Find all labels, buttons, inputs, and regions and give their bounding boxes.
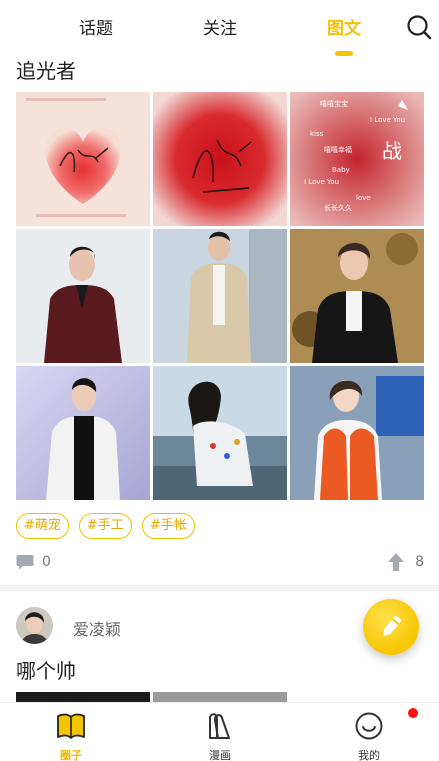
notification-badge <box>408 708 418 718</box>
tag-pets[interactable]: #萌宠 <box>16 513 69 539</box>
post-title[interactable]: 追光者 <box>16 55 76 84</box>
comic-icon <box>209 713 230 739</box>
tag-handmade[interactable]: #手工 <box>78 513 132 539</box>
upvote-count: 8 <box>415 554 424 570</box>
nav-circle[interactable]: 圈子 <box>41 711 101 761</box>
grid-image-man-dark-suit[interactable] <box>16 229 150 363</box>
overlay-text: 嘻嘻幸福 <box>324 145 352 154</box>
grid-image-woman-seaside-sweater[interactable] <box>153 366 287 500</box>
nav-comics[interactable]: 漫画 <box>190 711 250 761</box>
grid-image-heart-signature-red[interactable] <box>153 92 287 226</box>
post-title[interactable]: 哪个帅 <box>16 655 76 684</box>
comment-count: 0 <box>42 554 51 570</box>
upvote-icon[interactable] <box>388 553 404 571</box>
active-tab-indicator <box>335 51 353 56</box>
grid-image-woman-orange-vest[interactable] <box>290 366 424 500</box>
overlay-text: 长长久久 <box>324 203 352 212</box>
nav-profile[interactable]: 我的 <box>339 711 399 761</box>
nav-comics-label: 漫画 <box>209 749 231 761</box>
overlay-text: I Love You <box>304 178 339 186</box>
post-stats: 0 8 <box>16 552 424 574</box>
grid-image-man-black-jacket[interactable] <box>290 229 424 363</box>
search-icon <box>407 15 432 40</box>
nav-profile-label: 我的 <box>358 749 380 761</box>
tag-list: #萌宠 #手工 #手帐 <box>16 513 195 539</box>
post-divider <box>0 585 439 591</box>
avatar[interactable] <box>16 607 53 644</box>
grid-image-man-beige-jacket[interactable] <box>153 229 287 363</box>
overlay-text: 战 <box>382 139 402 163</box>
grid-image-red-love-words[interactable]: 嘻嘻宝宝 I Love You kiss 嘻嘻幸福 Baby 战 I Love You 长长久… <box>290 92 424 226</box>
top-tab-bar: 话题 关注 图文 <box>0 0 439 56</box>
tag-journal[interactable]: #手帐 <box>141 513 195 539</box>
grid-image-man-white-suit[interactable] <box>16 366 150 500</box>
comment-icon[interactable] <box>16 554 34 571</box>
compose-button[interactable] <box>363 599 419 655</box>
tab-following[interactable]: 关注 <box>203 14 237 39</box>
overlay-text: I Love You <box>370 116 405 124</box>
pencil-icon <box>383 615 402 637</box>
overlay-text: love <box>356 194 371 202</box>
image-grid: 嘻嘻宝宝 I Love You kiss 嘻嘻幸福 Baby 战 I Love You 长长久… <box>16 92 424 500</box>
bottom-nav: 圈子 漫画 我的 <box>0 702 439 761</box>
overlay-text: kiss <box>310 130 324 138</box>
overlay-text: 嘻嘻宝宝 <box>320 99 348 108</box>
search-button[interactable] <box>406 14 432 40</box>
nav-circle-label: 圈子 <box>60 749 82 761</box>
smiley-face-icon <box>355 712 383 740</box>
tab-topics[interactable]: 话题 <box>79 14 113 39</box>
tab-image-text[interactable]: 图文 <box>327 14 361 39</box>
book-icon <box>57 713 85 739</box>
grid-image-heart-signature-pink[interactable] <box>16 92 150 226</box>
overlay-text: Baby <box>332 166 350 174</box>
author-name[interactable]: 爱凌颖 <box>73 616 121 640</box>
